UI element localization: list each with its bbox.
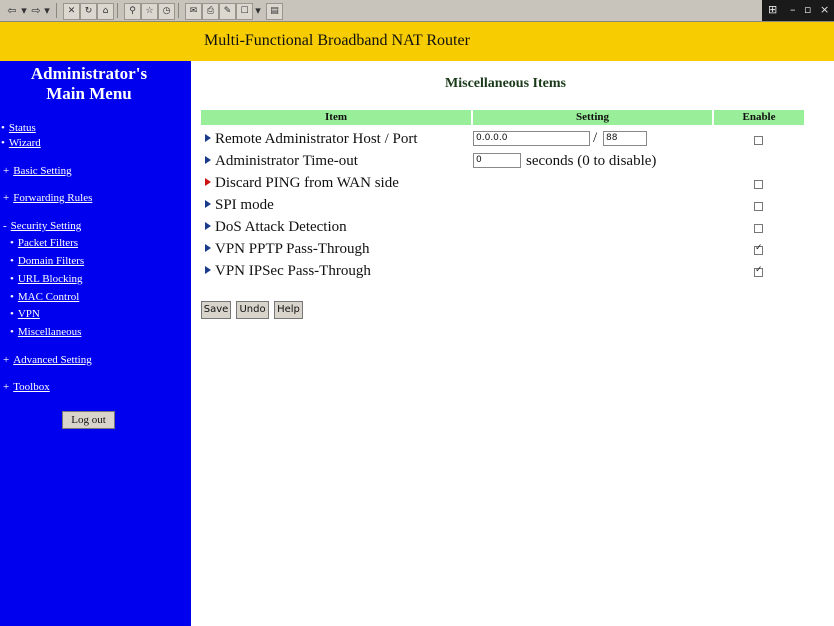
minimize-icon[interactable]: – — [790, 3, 796, 16]
dropdown-icon[interactable]: ▾ — [43, 3, 51, 18]
dos-detection-checkbox[interactable] — [754, 224, 763, 233]
table-row: SPI mode — [205, 197, 274, 217]
column-header-enable: Enable — [714, 110, 804, 125]
router-banner: Multi-Functional Broadband NAT Router — [0, 22, 834, 61]
mail-icon[interactable]: ✉ — [185, 3, 202, 20]
menu-title-line2: Main Menu — [46, 84, 132, 103]
row-arrow-icon — [205, 177, 211, 186]
discard-ping-checkbox[interactable] — [754, 180, 763, 189]
row-arrow-icon — [205, 199, 211, 208]
menu-link-miscellaneous[interactable]: • Miscellaneous — [10, 326, 81, 338]
edit-icon[interactable]: ✎ — [219, 3, 236, 20]
table-row: VPN IPSec Pass-Through — [205, 263, 371, 283]
row-arrow-icon — [205, 265, 211, 274]
dropdown-icon[interactable]: ▾ — [20, 3, 28, 18]
main-content: Miscellaneous Items Item Setting Enable … — [191, 61, 834, 626]
save-button[interactable]: Save — [201, 301, 231, 319]
home-icon[interactable]: ⌂ — [97, 3, 114, 20]
menu-link-security-setting[interactable]: - Security Setting — [3, 220, 81, 232]
timeout-suffix: seconds (0 to disable) — [526, 153, 657, 169]
close-icon[interactable]: × — [820, 3, 829, 16]
table-row: Remote Administrator Host / Port — [205, 131, 418, 151]
table-row: DoS Attack Detection — [205, 219, 347, 239]
table-header: Item Setting Enable — [201, 110, 804, 125]
row-arrow-icon — [205, 155, 211, 164]
row-label: Remote Administrator Host / Port — [215, 131, 418, 147]
dropdown-icon[interactable]: ▾ — [254, 3, 262, 18]
spi-mode-checkbox[interactable] — [754, 202, 763, 211]
discuss-icon[interactable]: ☐ — [236, 3, 253, 20]
menu-link-url-blocking[interactable]: • URL Blocking — [10, 273, 83, 285]
print-icon[interactable]: ⎙ — [202, 3, 219, 20]
table-row: Discard PING from WAN side — [205, 175, 399, 195]
back-arrow-icon[interactable]: ⇦ — [6, 3, 18, 18]
row-label: SPI mode — [215, 197, 274, 213]
host-port-separator: / — [593, 130, 598, 146]
logout-button[interactable]: Log out — [62, 411, 115, 429]
row-arrow-icon — [205, 243, 211, 252]
toolbar-separator — [117, 3, 118, 18]
row-label: Administrator Time-out — [215, 153, 358, 169]
browser-toolbar: ⇦ ▾ ⇨ ▾ ✕ ↻ ⌂ ⚲ ☆ ◷ ✉ ⎙ ✎ ☐ ▾ ▤ ⊞ – ▫ × — [0, 0, 834, 22]
refresh-icon[interactable]: ↻ — [80, 3, 97, 20]
page-title: Miscellaneous Items — [445, 76, 566, 91]
help-button[interactable]: Help — [274, 301, 303, 319]
admin-main-menu: Administrator's Main Menu • Status • Wizar… — [0, 61, 191, 626]
vpn-pptp-checkbox[interactable] — [754, 243, 763, 255]
menu-link-domain-filters[interactable]: • Domain Filters — [10, 255, 84, 267]
menu-link-status[interactable]: • Status — [1, 122, 36, 134]
table-row: Administrator Time-out — [205, 153, 358, 173]
menu-link-vpn[interactable]: • VPN — [10, 308, 40, 320]
table-row: VPN PPTP Pass-Through — [205, 241, 369, 261]
menu-link-advanced-setting[interactable]: + Advanced Setting — [3, 354, 92, 366]
forward-arrow-icon[interactable]: ⇨ — [30, 3, 42, 18]
row-label: Discard PING from WAN side — [215, 175, 399, 191]
row-label: VPN IPSec Pass-Through — [215, 263, 371, 279]
vpn-ipsec-checkbox[interactable] — [754, 265, 763, 277]
windows-logo-icon: ⊞ — [768, 3, 778, 16]
timeout-input[interactable]: 0 — [473, 153, 521, 168]
row-arrow-icon — [205, 133, 211, 142]
menu-link-basic-setting[interactable]: + Basic Setting — [3, 165, 72, 177]
search-icon[interactable]: ⚲ — [124, 3, 141, 20]
window-controls: ⊞ – ▫ × — [762, 0, 834, 21]
banner-title: Multi-Functional Broadband NAT Router — [204, 32, 470, 49]
column-header-setting: Setting — [473, 110, 712, 125]
remote-port-input[interactable]: 88 — [603, 131, 647, 146]
stop-icon[interactable]: ✕ — [63, 3, 80, 20]
history-icon[interactable]: ◷ — [158, 3, 175, 20]
menu-title-line1: Administrator's — [30, 64, 148, 83]
column-header-item: Item — [201, 110, 471, 125]
row-label: DoS Attack Detection — [215, 219, 347, 235]
restore-icon[interactable]: ▫ — [804, 3, 811, 16]
menu-title: Administrator's Main Menu — [0, 64, 178, 104]
menu-link-wizard[interactable]: • Wizard — [1, 137, 41, 149]
menu-link-mac-control[interactable]: • MAC Control — [10, 291, 79, 303]
favorites-icon[interactable]: ☆ — [141, 3, 158, 20]
menu-link-packet-filters[interactable]: • Packet Filters — [10, 237, 78, 249]
remote-admin-enable-checkbox[interactable] — [754, 136, 763, 145]
toolbar-separator — [178, 3, 179, 18]
row-arrow-icon — [205, 221, 211, 230]
menu-link-toolbox[interactable]: + Toolbox — [3, 381, 50, 393]
menu-link-forwarding-rules[interactable]: + Forwarding Rules — [3, 192, 92, 204]
row-label: VPN PPTP Pass-Through — [215, 241, 370, 257]
remote-host-input[interactable]: 0.0.0.0 — [473, 131, 590, 146]
toolbar-separator — [56, 3, 57, 18]
messenger-icon[interactable]: ▤ — [266, 3, 283, 20]
undo-button[interactable]: Undo — [236, 301, 269, 319]
